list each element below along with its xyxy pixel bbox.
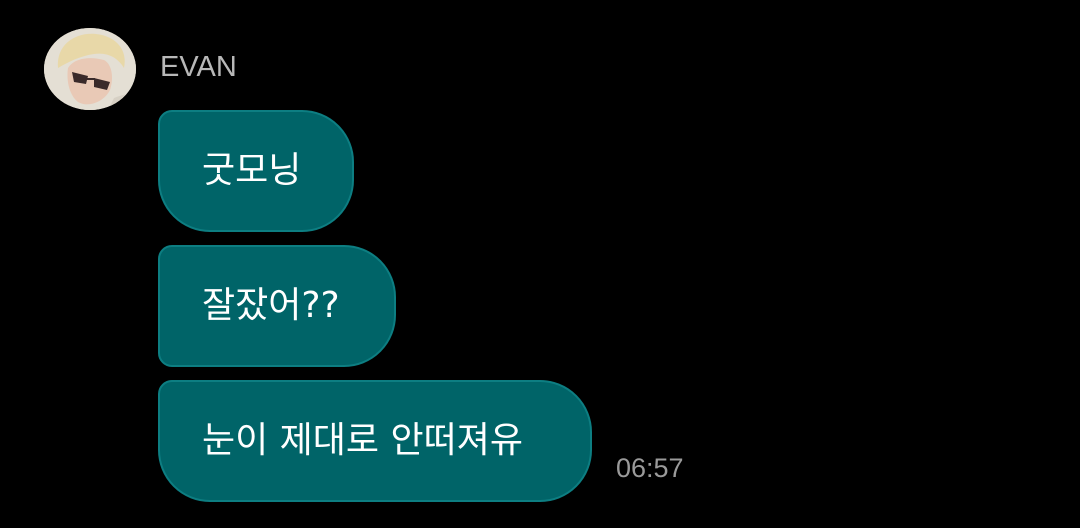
sender-name: EVAN xyxy=(160,51,237,83)
message-bubble[interactable]: 굿모닝 xyxy=(158,110,354,232)
message-timestamp: 06:57 xyxy=(616,453,684,483)
message-bubble[interactable]: 잘잤어?? xyxy=(158,245,396,367)
avatar[interactable] xyxy=(44,28,136,110)
message-bubble[interactable]: 눈이 제대로 안떠져유 xyxy=(158,380,592,502)
avatar-photo xyxy=(44,28,136,110)
